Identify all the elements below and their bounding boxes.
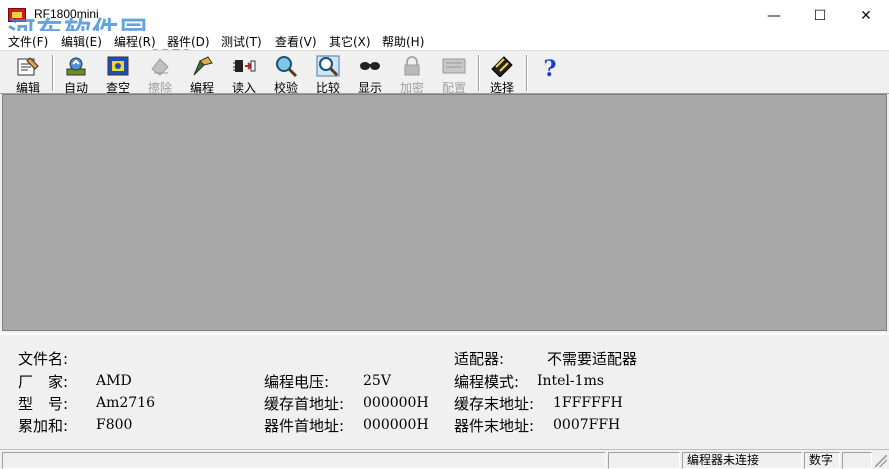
edit-icon xyxy=(17,57,39,76)
encrypt-button[interactable]: 加密 xyxy=(391,53,433,95)
compare-button[interactable]: 比较 xyxy=(307,53,349,95)
config-icon xyxy=(442,58,466,74)
toolbar-separator xyxy=(526,55,528,91)
edit-button[interactable]: 编辑 xyxy=(7,53,49,95)
mode-value: Intel-1ms xyxy=(537,373,605,389)
checksum-label: 累加和: xyxy=(18,417,69,435)
adapter-value: 不需要适配器 xyxy=(547,350,638,368)
help-button[interactable]: ? xyxy=(529,53,571,93)
status-panel-main xyxy=(2,452,606,469)
blank-check-button[interactable]: 查空 xyxy=(97,53,139,95)
voltage-label: 编程电压: xyxy=(264,373,330,391)
blank-check-icon xyxy=(107,56,129,76)
buffer-start-label: 缓存首地址: xyxy=(264,395,345,413)
toolbar-separator xyxy=(478,55,480,91)
read-button[interactable]: 读入 xyxy=(223,53,265,95)
auto-button[interactable]: 自动 xyxy=(55,53,97,95)
maximize-button[interactable]: ☐ xyxy=(797,0,843,31)
buffer-start-value: 000000H xyxy=(363,395,429,411)
checksum-value: F800 xyxy=(96,417,133,433)
model-label: 型 号: xyxy=(18,395,69,413)
minimize-button[interactable]: — xyxy=(751,0,797,31)
status-panel-blank xyxy=(608,452,680,469)
connection-status: 编程器未连接 xyxy=(682,452,802,469)
numlock-status: 数字 xyxy=(804,452,840,469)
manufacturer-value: AMD xyxy=(96,373,132,389)
auto-icon xyxy=(66,57,86,76)
adapter-label: 适配器: xyxy=(454,350,505,368)
select-device-button[interactable]: 选择 xyxy=(481,53,523,95)
help-icon: ? xyxy=(544,57,557,79)
svg-text:?: ? xyxy=(544,57,557,79)
close-button[interactable]: ✕ xyxy=(843,0,889,31)
buffer-end-value: 1FFFFFH xyxy=(553,395,623,411)
menu-other[interactable]: 其它(X) xyxy=(329,33,371,50)
chip-select-icon xyxy=(491,56,513,77)
toolbar-separator xyxy=(52,55,54,91)
device-info-panel: 文件名: 厂 家: AMD 型 号: Am2716 累加和: F800 编程电压… xyxy=(0,333,889,446)
voltage-value: 25V xyxy=(363,373,391,389)
manufacturer-label: 厂 家: xyxy=(18,373,69,391)
status-bar: 编程器未连接 数字 xyxy=(0,449,889,469)
menu-file[interactable]: 文件(F) xyxy=(8,33,48,50)
filename-label: 文件名: xyxy=(18,350,69,368)
workspace-area xyxy=(2,94,887,331)
read-icon xyxy=(233,60,256,72)
program-icon xyxy=(193,56,213,76)
device-end-value: 0007FFH xyxy=(553,417,621,433)
menu-test[interactable]: 测试(T) xyxy=(221,33,262,50)
menu-view[interactable]: 查看(V) xyxy=(275,33,317,50)
model-value: Am2716 xyxy=(96,395,156,411)
resize-grip[interactable] xyxy=(875,455,887,467)
device-end-label: 器件末地址: xyxy=(454,417,535,435)
display-icon xyxy=(360,62,380,70)
verify-button[interactable]: 校验 xyxy=(265,53,307,95)
buffer-end-label: 缓存末地址: xyxy=(454,395,535,413)
verify-icon xyxy=(276,56,298,77)
program-button[interactable]: 编程 xyxy=(181,53,223,95)
status-panel-extra xyxy=(842,452,872,469)
display-button[interactable]: 显示 xyxy=(349,53,391,95)
erase-icon xyxy=(151,58,169,76)
device-start-label: 器件首地址: xyxy=(264,417,345,435)
erase-button[interactable]: 擦除 xyxy=(139,53,181,95)
compare-icon xyxy=(316,55,340,77)
config-button[interactable]: 配置 xyxy=(433,53,475,95)
lock-icon xyxy=(404,56,420,76)
device-start-value: 000000H xyxy=(363,417,429,433)
menu-help[interactable]: 帮助(H) xyxy=(382,33,424,50)
toolbar: 编辑 自动 查空 擦除 编程 读入 校验 比较 显示 加密 配置 选择 ? xyxy=(0,50,889,95)
mode-label: 编程模式: xyxy=(454,373,520,391)
title-bar: RF1800mini 河东软件园 — ☐ ✕ xyxy=(0,0,889,48)
